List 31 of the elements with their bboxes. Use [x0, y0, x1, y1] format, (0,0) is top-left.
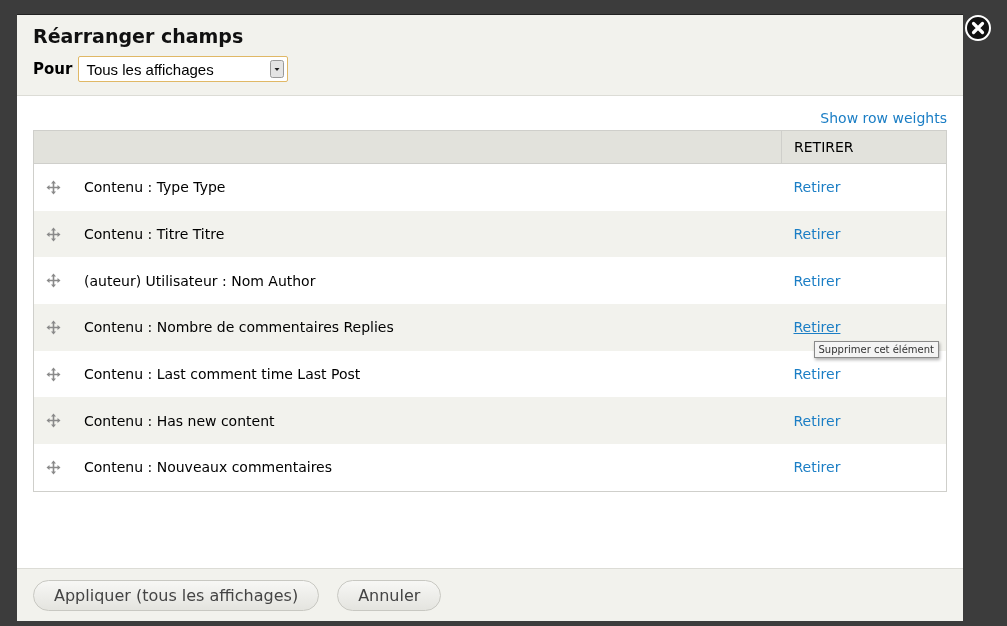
drag-handle-icon[interactable]	[46, 413, 61, 429]
drag-handle-icon[interactable]	[46, 459, 61, 475]
column-header: RETIRER	[781, 130, 947, 164]
field-label: Contenu : Last comment time Last Post	[84, 366, 361, 383]
remove-link[interactable]: Retirer	[793, 366, 841, 383]
remove-link[interactable]: Retirer	[793, 459, 841, 476]
remove-link[interactable]: Retirer	[793, 412, 841, 429]
apply-button[interactable]: Appliquer (tous les affichages)	[33, 579, 320, 611]
remove-link[interactable]: Retirer	[793, 272, 841, 289]
field-label: Contenu : Has new content	[84, 412, 275, 429]
drag-handle-icon[interactable]	[46, 226, 61, 242]
tooltip: Supprimer cet élément	[813, 341, 939, 359]
display-select[interactable]: Tous les affichages	[78, 56, 289, 82]
drag-handle-icon[interactable]	[46, 319, 61, 335]
show-row-weights-link[interactable]: Show row weights	[820, 110, 947, 126]
cancel-button[interactable]: Annuler	[337, 579, 442, 611]
field-label: Contenu : Nouveaux commentaires	[84, 459, 332, 476]
field-label: Contenu : Nombre de commentaires Replies	[84, 319, 394, 336]
dialog-title: Réarranger champs	[33, 25, 245, 47]
drag-handle-icon[interactable]	[46, 179, 61, 195]
close-icon[interactable]	[965, 15, 991, 41]
remove-link[interactable]: Retirer	[793, 226, 841, 243]
drag-handle-icon[interactable]	[46, 366, 61, 382]
drag-handle-icon[interactable]	[46, 273, 61, 289]
remove-link[interactable]: Retirer	[793, 319, 841, 336]
field-label: (auteur) Utilisateur : Nom Author	[84, 272, 316, 289]
remove-link[interactable]: Retirer	[793, 179, 841, 196]
field-label: Contenu : Type Type	[84, 179, 226, 196]
field-label: Contenu : Titre Titre	[84, 226, 225, 243]
display-label: Pour	[33, 60, 73, 78]
caret-icon	[270, 60, 285, 78]
